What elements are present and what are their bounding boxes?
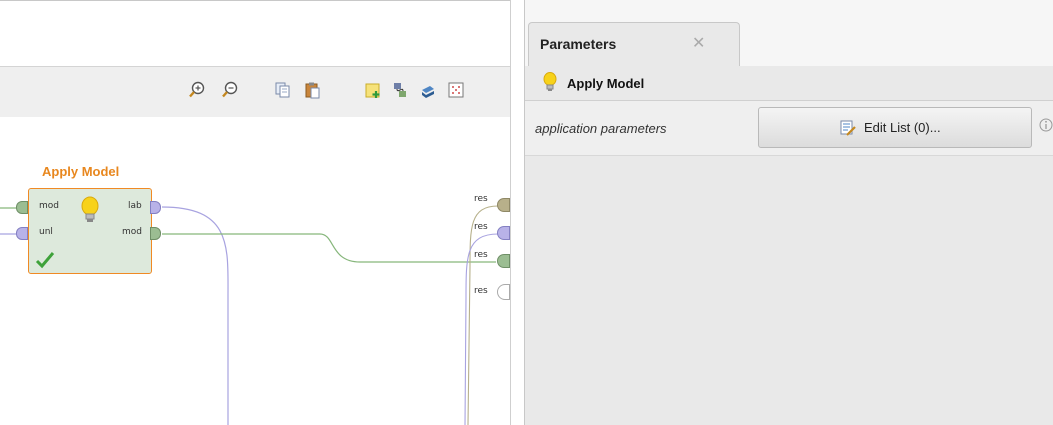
process-toolbar [0,66,510,118]
panel-divider[interactable] [510,0,525,425]
zoom-out-icon[interactable] [221,81,239,99]
tab-parameters-label: Parameters [540,36,617,52]
lightbulb-icon [81,196,99,222]
edit-list-icon [840,120,856,136]
add-note-icon[interactable] [364,81,382,99]
parameter-row: application parameters Edit List (0)... [525,101,1053,156]
lightbulb-icon [543,72,557,91]
zoom-in-icon[interactable] [188,81,206,99]
layers-icon[interactable] [419,81,437,99]
paste-icon[interactable] [303,81,321,99]
result-port-3[interactable] [497,254,510,268]
copy-icon[interactable] [274,81,292,99]
port-label-mod-out: mod [122,227,142,237]
result-port-label-4: res [474,286,488,296]
result-port-label-1: res [474,194,488,204]
input-port-left-2[interactable] [16,227,28,240]
input-port-left-1[interactable] [16,201,28,214]
result-port-2[interactable] [497,226,510,240]
process-header-area [0,0,510,67]
parameter-name: application parameters [535,121,667,136]
port-label-lab: lab [128,201,142,211]
parameters-operator-title: Apply Model [567,76,645,91]
edit-list-button-label: Edit List (0)... [864,120,941,135]
output-port-lab[interactable] [150,201,161,214]
info-icon[interactable] [1039,118,1053,132]
result-port-label-3: res [474,250,488,260]
port-label-mod-in: mod [39,201,59,211]
tab-parameters[interactable]: Parameters ✕ [528,22,740,66]
close-icon[interactable]: ✕ [692,33,705,53]
auto-wire-icon[interactable] [391,81,409,99]
operator-title: Apply Model [42,164,120,179]
result-port-1[interactable] [497,198,510,212]
edit-list-button[interactable]: Edit List (0)... [758,107,1032,148]
port-label-unl: unl [39,227,53,237]
parameters-tabstrip: Parameters ✕ [525,0,1053,66]
result-port-4[interactable] [497,284,510,300]
fit-grid-icon[interactable] [447,81,465,99]
output-port-mod[interactable] [150,227,161,240]
result-port-label-2: res [474,222,488,232]
apply-model-operator[interactable]: mod unl lab mod [28,188,161,274]
parameters-operator-header: Apply Model [525,66,1053,101]
parameters-panel: Parameters ✕ Apply Model application par… [524,0,1053,425]
checkmark-icon [35,252,55,269]
